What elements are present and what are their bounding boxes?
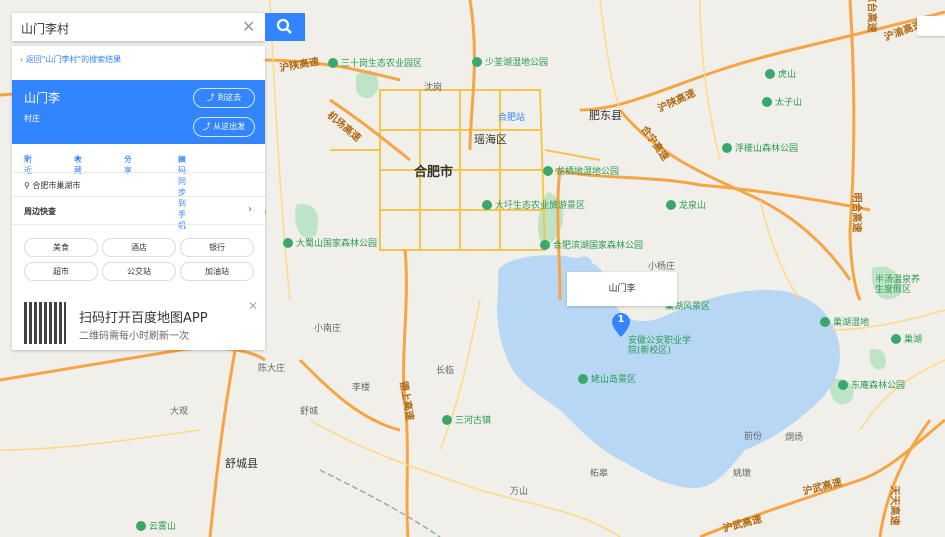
- poi-label: 合肥滨湖国家森林公园: [540, 238, 643, 251]
- qr-promo: 扫码打开百度地图APP 二维码需每小时刷新一次 ✕: [12, 299, 265, 349]
- qr-title: 扫码打开百度地图APP: [79, 311, 208, 326]
- poi-label: 半汤温泉养生度假区: [875, 275, 921, 295]
- address: ⚲ 合肥市巢湖市: [24, 181, 81, 190]
- place-label: 舒城: [300, 407, 319, 417]
- county-label: 瑶海区: [474, 133, 507, 146]
- place-label: 烔炀: [785, 433, 804, 443]
- park-icon: [472, 57, 482, 67]
- close-icon[interactable]: ✕: [248, 299, 258, 313]
- park-icon: [838, 380, 848, 390]
- poi-label: 少荃湖湿地公园: [472, 55, 548, 68]
- poi-label: 东庵森林公园: [838, 378, 905, 391]
- search-button[interactable]: [265, 13, 305, 41]
- divider: [12, 224, 265, 225]
- place-label: 沈岗: [424, 83, 443, 93]
- place-label: 小南庄: [314, 324, 342, 334]
- qr-code: [24, 302, 66, 344]
- poi-label: 安徽公安职业学院(新校区): [628, 336, 692, 356]
- park-icon: [540, 240, 550, 250]
- poi-label: 浮槎山森林公园: [722, 141, 798, 154]
- route-icon: ⤴: [206, 93, 218, 102]
- park-icon: [891, 334, 901, 344]
- place-name: 山门李: [24, 91, 61, 105]
- search-icon: [276, 18, 292, 34]
- place-label: 柘皋: [590, 469, 609, 479]
- place-label: 大观: [170, 407, 189, 417]
- highway-label: 明合高速: [850, 192, 862, 233]
- place-label: 小杨庄: [648, 262, 676, 272]
- poi-label: 云雾山: [136, 519, 176, 532]
- chip-hotel[interactable]: 酒店: [102, 238, 176, 257]
- place-label: 姚墩: [733, 469, 752, 479]
- poi-label: 巢湖: [891, 332, 922, 345]
- action-bar: ⚲ 附近 ★ 收藏 ⇪ 分享 ▦ 扫码同步到手机: [24, 154, 186, 230]
- pin-number: 1: [617, 314, 625, 325]
- chip-gas-station[interactable]: 加油站: [180, 262, 254, 281]
- poi-label: 大蜀山国家森林公园: [283, 236, 377, 249]
- route-icon: ⤴: [202, 122, 214, 131]
- divider: [12, 172, 265, 173]
- chip-supermarket[interactable]: 超市: [24, 262, 98, 281]
- poi-label: 三十岗生态农业园区: [328, 56, 422, 69]
- poi-label: 龙栖地湿地公园: [543, 164, 619, 177]
- poi-label: 龙泉山: [666, 198, 706, 211]
- park-icon: [442, 415, 452, 425]
- qr-subtitle: 二维码需每小时刷新一次: [79, 331, 189, 342]
- chevron-right-icon[interactable]: ›: [248, 204, 252, 215]
- chip-food[interactable]: 美食: [24, 238, 98, 257]
- poi-label: 大圩生态农业旅游景区: [482, 198, 585, 211]
- nearby-search-header[interactable]: 周边快查: [24, 206, 56, 217]
- map-control[interactable]: [917, 16, 945, 36]
- place-popup[interactable]: 山门李: [567, 272, 677, 306]
- county-label: 肥东县: [589, 109, 622, 122]
- chip-bus-stop[interactable]: 公交站: [102, 262, 176, 281]
- mountain-icon: [136, 521, 146, 531]
- poi-label: 太子山: [762, 95, 802, 108]
- highway-label: 京台高速: [865, 0, 877, 33]
- park-icon: [666, 200, 676, 210]
- mountain-icon: [765, 69, 775, 79]
- park-icon: [283, 238, 293, 248]
- place-label: 万山: [510, 487, 529, 497]
- go-here-button[interactable]: ⤴ 到这去: [193, 88, 255, 108]
- poi-label: 三河古镇: [442, 413, 491, 426]
- park-icon: [328, 58, 338, 68]
- city-label: 合肥市: [414, 165, 454, 180]
- highway-label: 天天高速: [888, 485, 900, 526]
- park-icon: [482, 200, 492, 210]
- chip-bank[interactable]: 银行: [180, 238, 254, 257]
- station-label: 合肥站: [498, 113, 526, 123]
- place-label: 前份: [744, 432, 763, 442]
- divider: [12, 196, 265, 197]
- place-type: 村庄: [24, 114, 40, 123]
- poi-label: 姥山岛景区: [578, 372, 636, 385]
- park-icon: [578, 374, 588, 384]
- county-label: 舒城县: [225, 457, 258, 470]
- park-icon: [543, 166, 553, 176]
- park-icon: [820, 317, 830, 327]
- search-box[interactable]: 山门李村 ✕: [12, 13, 265, 41]
- mountain-icon: [762, 97, 772, 107]
- back-link[interactable]: ‹ 返回"山门李村"的搜索结果: [20, 54, 121, 65]
- poi-label: 巢湖湿地: [820, 315, 869, 328]
- search-input[interactable]: 山门李村: [21, 20, 69, 37]
- close-icon[interactable]: ✕: [242, 17, 255, 36]
- poi-label: 虎山: [765, 67, 796, 80]
- start-here-button[interactable]: ⤴ 从这出发: [193, 117, 255, 137]
- place-label: 陈大庄: [258, 364, 286, 374]
- place-label: 长临: [436, 366, 455, 376]
- place-card: 山门李 村庄 ⤴ 到这去 ⤴ 从这出发: [12, 80, 265, 144]
- place-label: 李楼: [352, 383, 371, 393]
- park-icon: [722, 143, 732, 153]
